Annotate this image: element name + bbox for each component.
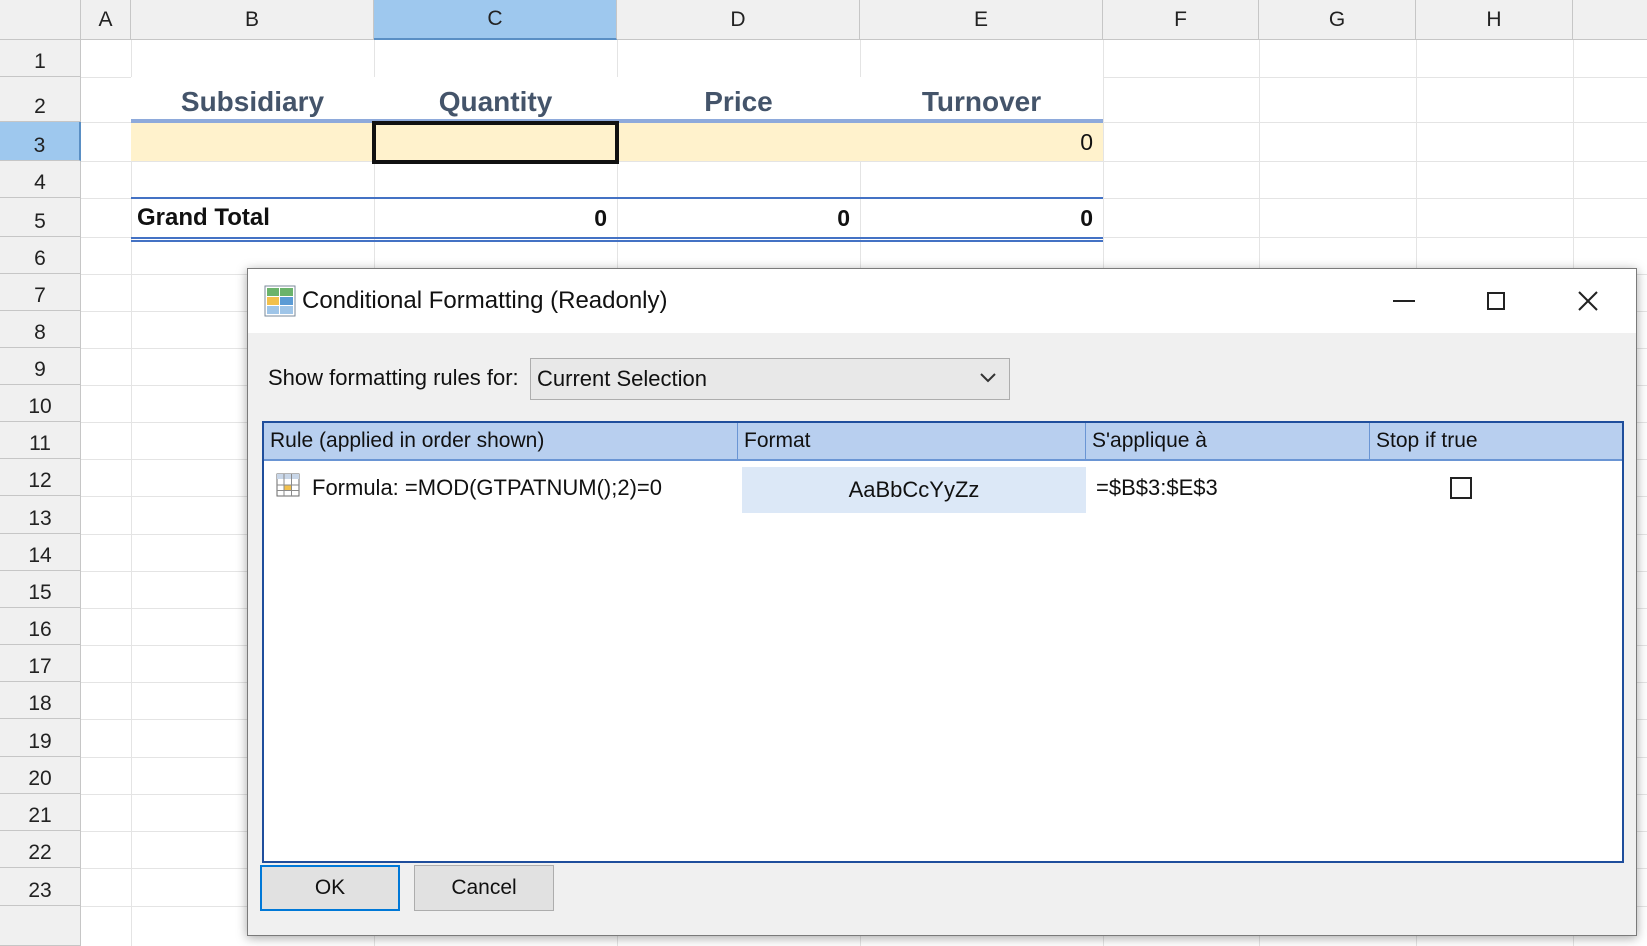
row-header-5[interactable]: 5: [0, 198, 81, 237]
gridline: [81, 161, 1647, 162]
show-rules-value: Current Selection: [537, 366, 707, 391]
col-header-rule[interactable]: Rule (applied in order shown): [264, 423, 738, 459]
column-header-b[interactable]: B: [131, 0, 374, 40]
row-header-18[interactable]: 18: [0, 682, 81, 719]
row-header-21[interactable]: 21: [0, 794, 81, 831]
cell-e3-turnover[interactable]: 0: [860, 123, 1103, 161]
format-preview[interactable]: AaBbCcYyZz: [742, 467, 1086, 513]
row-header-4[interactable]: 4: [0, 161, 81, 198]
show-rules-dropdown[interactable]: Current Selection: [530, 358, 1010, 400]
row-header-15[interactable]: 15: [0, 571, 81, 608]
row-header-20[interactable]: 20: [0, 757, 81, 794]
row-header-16[interactable]: 16: [0, 608, 81, 645]
row-header-11[interactable]: 11: [0, 422, 81, 459]
row-header-6[interactable]: 6: [0, 237, 81, 274]
applies-to-range[interactable]: =$B$3:$E$3: [1096, 463, 1366, 513]
cell-b3[interactable]: [131, 123, 374, 161]
dialog-button-bar: OK Cancel: [248, 865, 1636, 925]
minimize-icon: [1393, 300, 1415, 302]
conditional-formatting-dialog: Conditional Formatting (Readonly) Show f…: [247, 268, 1637, 936]
cell-d3[interactable]: [617, 123, 860, 161]
close-icon: [1578, 291, 1598, 311]
rules-grid[interactable]: Rule (applied in order shown) Format S'a…: [262, 421, 1624, 863]
conditional-format-icon: [264, 285, 296, 317]
gridline: [131, 40, 132, 946]
maximize-icon: [1487, 292, 1505, 310]
column-header-c[interactable]: C: [374, 0, 617, 40]
column-header-f[interactable]: F: [1103, 0, 1259, 40]
grand-total-turnover[interactable]: 0: [860, 199, 1103, 237]
row-header-8[interactable]: 8: [0, 311, 81, 348]
total-double-underline: [131, 237, 1103, 242]
select-all-corner[interactable]: [0, 0, 81, 40]
col-header-stop-if-true[interactable]: Stop if true: [1370, 423, 1622, 459]
row-header-22[interactable]: 22: [0, 831, 81, 868]
column-header-i[interactable]: [1573, 0, 1647, 40]
row-header-9[interactable]: 9: [0, 348, 81, 385]
stop-if-true-checkbox[interactable]: [1450, 477, 1472, 499]
row-header-2[interactable]: 2: [0, 77, 81, 122]
rule-formula: Formula: =MOD(GTPATNUM();2)=0: [312, 475, 662, 500]
row-header-1[interactable]: 1: [0, 40, 81, 77]
row-header-23[interactable]: 23: [0, 868, 81, 906]
cancel-button[interactable]: Cancel: [414, 865, 554, 911]
active-cell-c3[interactable]: [372, 121, 619, 164]
dialog-content: Show formatting rules for: Current Selec…: [260, 335, 1624, 863]
row-header-7[interactable]: 7: [0, 274, 81, 311]
grand-total-price[interactable]: 0: [617, 199, 860, 237]
row-header-3[interactable]: 3: [0, 122, 81, 161]
maximize-button[interactable]: [1450, 269, 1542, 333]
minimize-button[interactable]: [1358, 269, 1450, 333]
grand-total-label[interactable]: Grand Total: [137, 199, 374, 237]
grand-total-quantity[interactable]: 0: [374, 199, 617, 237]
header-turnover[interactable]: Turnover: [860, 77, 1103, 122]
header-quantity[interactable]: Quantity: [374, 77, 617, 122]
row-header-13[interactable]: 13: [0, 496, 81, 534]
column-header-a[interactable]: A: [81, 0, 131, 40]
col-header-format[interactable]: Format: [738, 423, 1086, 459]
col-header-applies-to[interactable]: S'applique à: [1086, 423, 1370, 459]
header-price[interactable]: Price: [617, 77, 860, 122]
dialog-title: Conditional Formatting (Readonly): [302, 287, 668, 314]
column-header-g[interactable]: G: [1259, 0, 1416, 40]
rule-row[interactable]: Formula: =MOD(GTPATNUM();2)=0 AaBbCcYyZz…: [264, 463, 1622, 513]
header-subsidiary[interactable]: Subsidiary: [131, 77, 374, 122]
row-header-12[interactable]: 12: [0, 459, 81, 496]
formula-rule-icon: [276, 473, 300, 497]
chevron-down-icon: [980, 373, 996, 383]
row-header-10[interactable]: 10: [0, 385, 81, 422]
close-button[interactable]: [1542, 269, 1634, 333]
column-header-d[interactable]: D: [617, 0, 860, 40]
row-header-14[interactable]: 14: [0, 534, 81, 571]
dialog-titlebar[interactable]: Conditional Formatting (Readonly): [248, 269, 1636, 333]
row-header-24[interactable]: [0, 906, 81, 946]
row-header-17[interactable]: 17: [0, 645, 81, 682]
column-header-e[interactable]: E: [860, 0, 1103, 40]
row-header-19[interactable]: 19: [0, 719, 81, 757]
column-header-h[interactable]: H: [1416, 0, 1573, 40]
show-rules-label: Show formatting rules for:: [268, 365, 519, 390]
ok-button[interactable]: OK: [260, 865, 400, 911]
